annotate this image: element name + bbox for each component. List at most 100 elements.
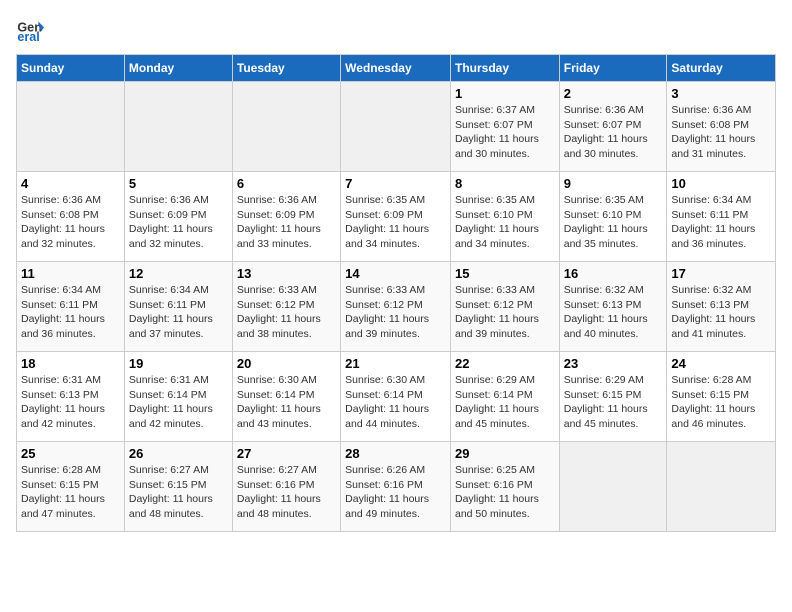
day-number: 17 bbox=[671, 266, 771, 281]
day-info: Sunrise: 6:32 AMSunset: 6:13 PMDaylight:… bbox=[671, 283, 771, 342]
calendar-cell: 2Sunrise: 6:36 AMSunset: 6:07 PMDaylight… bbox=[559, 82, 667, 172]
calendar-week-3: 11 Sunrise: 6:34 AMSunset: 6:11 PMDayligh… bbox=[17, 262, 776, 352]
day-info: Sunrise: 6:29 AMSunset: 6:14 PMDaylight:… bbox=[455, 373, 555, 432]
day-number: 19 bbox=[129, 356, 228, 371]
calendar-cell: 6 Sunrise: 6:36 AMSunset: 6:09 PMDaylight… bbox=[232, 172, 340, 262]
day-info: Sunrise: 6:36 AMSunset: 6:08 PMDaylight:… bbox=[21, 193, 120, 252]
day-info: Sunrise: 6:36 AMSunset: 6:09 PMDaylight:… bbox=[237, 193, 336, 252]
calendar-cell bbox=[559, 442, 667, 532]
calendar-cell: 7Sunrise: 6:35 AMSunset: 6:09 PMDaylight… bbox=[341, 172, 451, 262]
calendar-cell: 8Sunrise: 6:35 AMSunset: 6:10 PMDaylight… bbox=[450, 172, 559, 262]
day-info: Sunrise: 6:33 AMSunset: 6:12 PMDaylight:… bbox=[237, 283, 336, 342]
header-saturday: Saturday bbox=[667, 55, 776, 82]
calendar-cell: 26 Sunrise: 6:27 AMSunset: 6:15 PMDayligh… bbox=[124, 442, 232, 532]
calendar-cell: 11 Sunrise: 6:34 AMSunset: 6:11 PMDayligh… bbox=[17, 262, 125, 352]
day-info: Sunrise: 6:26 AMSunset: 6:16 PMDaylight:… bbox=[345, 463, 446, 522]
day-info: Sunrise: 6:34 AMSunset: 6:11 PMDaylight:… bbox=[129, 283, 228, 342]
header-friday: Friday bbox=[559, 55, 667, 82]
calendar-cell: 21 Sunrise: 6:30 AMSunset: 6:14 PMDayligh… bbox=[341, 352, 451, 442]
day-number: 14 bbox=[345, 266, 446, 281]
calendar-cell: 23Sunrise: 6:29 AMSunset: 6:15 PMDayligh… bbox=[559, 352, 667, 442]
calendar-cell: 27 Sunrise: 6:27 AMSunset: 6:16 PMDayligh… bbox=[232, 442, 340, 532]
day-number: 1 bbox=[455, 86, 555, 101]
calendar-cell: 9 Sunrise: 6:35 AMSunset: 6:10 PMDaylight… bbox=[559, 172, 667, 262]
calendar-cell: 12 Sunrise: 6:34 AMSunset: 6:11 PMDayligh… bbox=[124, 262, 232, 352]
day-info: Sunrise: 6:28 AMSunset: 6:15 PMDaylight:… bbox=[671, 373, 771, 432]
day-number: 29 bbox=[455, 446, 555, 461]
calendar-cell: 13Sunrise: 6:33 AMSunset: 6:12 PMDayligh… bbox=[232, 262, 340, 352]
day-number: 9 bbox=[564, 176, 663, 191]
calendar-cell: 17 Sunrise: 6:32 AMSunset: 6:13 PMDayligh… bbox=[667, 262, 776, 352]
day-info: Sunrise: 6:34 AMSunset: 6:11 PMDaylight:… bbox=[21, 283, 120, 342]
day-info: Sunrise: 6:31 AMSunset: 6:14 PMDaylight:… bbox=[129, 373, 228, 432]
day-number: 21 bbox=[345, 356, 446, 371]
day-number: 12 bbox=[129, 266, 228, 281]
day-number: 27 bbox=[237, 446, 336, 461]
header-monday: Monday bbox=[124, 55, 232, 82]
day-number: 5 bbox=[129, 176, 228, 191]
calendar-cell: 22 Sunrise: 6:29 AMSunset: 6:14 PMDayligh… bbox=[450, 352, 559, 442]
day-number: 26 bbox=[129, 446, 228, 461]
day-info: Sunrise: 6:30 AMSunset: 6:14 PMDaylight:… bbox=[345, 373, 446, 432]
header-tuesday: Tuesday bbox=[232, 55, 340, 82]
day-number: 2 bbox=[564, 86, 663, 101]
day-info: Sunrise: 6:31 AMSunset: 6:13 PMDaylight:… bbox=[21, 373, 120, 432]
calendar-cell bbox=[341, 82, 451, 172]
day-info: Sunrise: 6:36 AMSunset: 6:08 PMDaylight:… bbox=[671, 103, 771, 162]
calendar-cell: 16Sunrise: 6:32 AMSunset: 6:13 PMDayligh… bbox=[559, 262, 667, 352]
day-number: 8 bbox=[455, 176, 555, 191]
day-number: 22 bbox=[455, 356, 555, 371]
calendar-cell: 29 Sunrise: 6:25 AMSunset: 6:16 PMDayligh… bbox=[450, 442, 559, 532]
calendar-cell: 19 Sunrise: 6:31 AMSunset: 6:14 PMDayligh… bbox=[124, 352, 232, 442]
day-number: 25 bbox=[21, 446, 120, 461]
calendar-week-5: 25 Sunrise: 6:28 AMSunset: 6:15 PMDayligh… bbox=[17, 442, 776, 532]
calendar-cell: 4 Sunrise: 6:36 AMSunset: 6:08 PMDaylight… bbox=[17, 172, 125, 262]
calendar-week-2: 4 Sunrise: 6:36 AMSunset: 6:08 PMDaylight… bbox=[17, 172, 776, 262]
svg-text:eral: eral bbox=[17, 30, 39, 44]
calendar-cell bbox=[124, 82, 232, 172]
calendar-cell bbox=[17, 82, 125, 172]
header-wednesday: Wednesday bbox=[341, 55, 451, 82]
day-number: 10 bbox=[671, 176, 771, 191]
calendar-week-1: 1 Sunrise: 6:37 AMSunset: 6:07 PMDaylight… bbox=[17, 82, 776, 172]
header-sunday: Sunday bbox=[17, 55, 125, 82]
calendar-cell: 18 Sunrise: 6:31 AMSunset: 6:13 PMDayligh… bbox=[17, 352, 125, 442]
day-number: 11 bbox=[21, 266, 120, 281]
day-info: Sunrise: 6:28 AMSunset: 6:15 PMDaylight:… bbox=[21, 463, 120, 522]
logo-icon: Gen eral bbox=[16, 16, 44, 44]
day-info: Sunrise: 6:33 AMSunset: 6:12 PMDaylight:… bbox=[455, 283, 555, 342]
day-info: Sunrise: 6:25 AMSunset: 6:16 PMDaylight:… bbox=[455, 463, 555, 522]
day-number: 24 bbox=[671, 356, 771, 371]
day-info: Sunrise: 6:33 AMSunset: 6:12 PMDaylight:… bbox=[345, 283, 446, 342]
day-number: 20 bbox=[237, 356, 336, 371]
day-info: Sunrise: 6:30 AMSunset: 6:14 PMDaylight:… bbox=[237, 373, 336, 432]
day-number: 6 bbox=[237, 176, 336, 191]
calendar-cell: 1 Sunrise: 6:37 AMSunset: 6:07 PMDaylight… bbox=[450, 82, 559, 172]
calendar-week-4: 18 Sunrise: 6:31 AMSunset: 6:13 PMDayligh… bbox=[17, 352, 776, 442]
weekday-header-row: Sunday Monday Tuesday Wednesday Thursday… bbox=[17, 55, 776, 82]
calendar-cell: 28Sunrise: 6:26 AMSunset: 6:16 PMDayligh… bbox=[341, 442, 451, 532]
page-header: Gen eral bbox=[16, 16, 776, 44]
day-info: Sunrise: 6:37 AMSunset: 6:07 PMDaylight:… bbox=[455, 103, 555, 162]
day-info: Sunrise: 6:34 AMSunset: 6:11 PMDaylight:… bbox=[671, 193, 771, 252]
calendar-cell bbox=[667, 442, 776, 532]
day-info: Sunrise: 6:32 AMSunset: 6:13 PMDaylight:… bbox=[564, 283, 663, 342]
day-number: 3 bbox=[671, 86, 771, 101]
calendar-table: Sunday Monday Tuesday Wednesday Thursday… bbox=[16, 54, 776, 532]
calendar-cell: 14 Sunrise: 6:33 AMSunset: 6:12 PMDayligh… bbox=[341, 262, 451, 352]
day-info: Sunrise: 6:27 AMSunset: 6:15 PMDaylight:… bbox=[129, 463, 228, 522]
calendar-cell: 3 Sunrise: 6:36 AMSunset: 6:08 PMDaylight… bbox=[667, 82, 776, 172]
day-number: 15 bbox=[455, 266, 555, 281]
day-info: Sunrise: 6:27 AMSunset: 6:16 PMDaylight:… bbox=[237, 463, 336, 522]
calendar-cell: 20 Sunrise: 6:30 AMSunset: 6:14 PMDayligh… bbox=[232, 352, 340, 442]
day-info: Sunrise: 6:36 AMSunset: 6:09 PMDaylight:… bbox=[129, 193, 228, 252]
calendar-cell: 15 Sunrise: 6:33 AMSunset: 6:12 PMDayligh… bbox=[450, 262, 559, 352]
day-number: 23 bbox=[564, 356, 663, 371]
calendar-cell bbox=[232, 82, 340, 172]
calendar-cell: 25 Sunrise: 6:28 AMSunset: 6:15 PMDayligh… bbox=[17, 442, 125, 532]
logo: Gen eral bbox=[16, 16, 48, 44]
day-number: 4 bbox=[21, 176, 120, 191]
calendar-cell: 10 Sunrise: 6:34 AMSunset: 6:11 PMDayligh… bbox=[667, 172, 776, 262]
day-number: 18 bbox=[21, 356, 120, 371]
day-info: Sunrise: 6:35 AMSunset: 6:10 PMDaylight:… bbox=[564, 193, 663, 252]
